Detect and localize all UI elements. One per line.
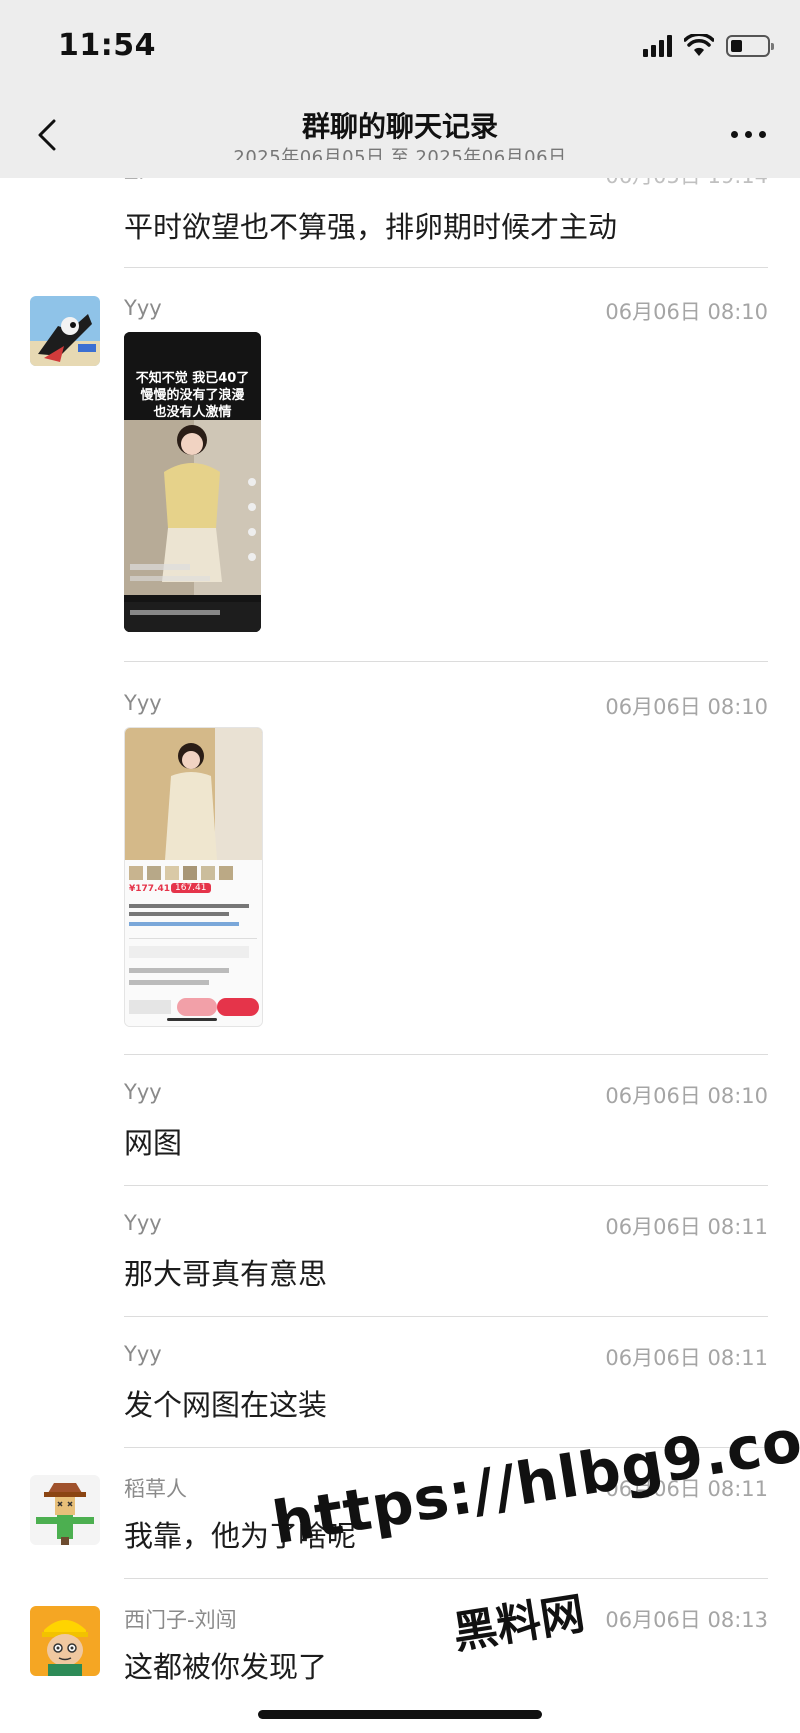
image-thumbnail[interactable]: 不知不觉 我已40了 慢慢的没有了浪漫 也没有人激情 [124,332,261,632]
page-title: 群聊的聊天记录 [301,110,498,143]
cellular-signal-icon [643,35,672,57]
home-indicator [258,1710,542,1719]
chat-message: Yyy 06月06日 08:10 网图 [0,1080,800,1180]
image-thumbnail[interactable]: ¥177.41 167.41 [124,727,263,1027]
chat-message: 西门子-刘闯 06月06日 08:13 这都被你发现了 [0,1604,800,1704]
chat-message: Yyy 06月06日 08:10 不知不觉 我已40了 慢慢的没有了浪漫 也没有… [0,290,800,660]
message-sender: Yyy [124,691,162,715]
message-text[interactable]: 平时欲望也不算强，排卵期时候才主动 [124,204,617,246]
message-sender: 稻草人 [124,1477,187,1501]
system-icons [643,34,774,58]
message-time: 06月06日 08:11 [605,1346,768,1370]
wifi-icon [684,34,714,56]
battery-icon [726,35,774,57]
message-divider [124,1316,768,1317]
product-price-tag: 167.41 [171,883,211,893]
message-divider [124,1185,768,1186]
message-time: 06月06日 08:10 [605,1084,768,1108]
message-divider [124,1578,768,1579]
message-time: 06月06日 08:13 [605,1608,768,1632]
status-time: 11:54 [58,28,156,63]
avatar[interactable] [30,1475,100,1545]
more-options-icon[interactable] [731,131,766,138]
message-text[interactable]: 那大哥真有意思 [124,1251,327,1293]
status-bar: 11:54 [0,0,800,95]
header-overlap [0,160,800,178]
message-time: 06月06日 08:10 [605,695,768,719]
message-sender: 西门子-刘闯 [124,1608,237,1632]
avatar[interactable] [30,1606,100,1676]
message-text[interactable]: 发个网图在这装 [124,1382,327,1424]
message-time: 06月06日 08:11 [605,1215,768,1239]
message-divider [124,267,768,268]
product-price: ¥177.41 [129,884,170,894]
message-sender: Yyy [124,1342,162,1366]
chat-message: Yyy 06月06日 08:10 ¥177.41 167.41 [0,685,800,1055]
message-text[interactable]: 这都被你发现了 [124,1644,327,1686]
message-divider [124,661,768,662]
message-text[interactable]: 网图 [124,1120,182,1162]
image-caption: 不知不觉 我已40了 慢慢的没有了浪漫 也没有人激情 [135,371,250,420]
message-sender: Yyy [124,296,162,320]
message-divider [124,1054,768,1055]
avatar[interactable] [30,296,100,366]
message-sender: Yyy [124,1211,162,1235]
message-time: 06月06日 08:10 [605,300,768,324]
chat-message: Yyy 06月06日 08:11 那大哥真有意思 [0,1211,800,1311]
message-sender: Yyy [124,1080,162,1104]
